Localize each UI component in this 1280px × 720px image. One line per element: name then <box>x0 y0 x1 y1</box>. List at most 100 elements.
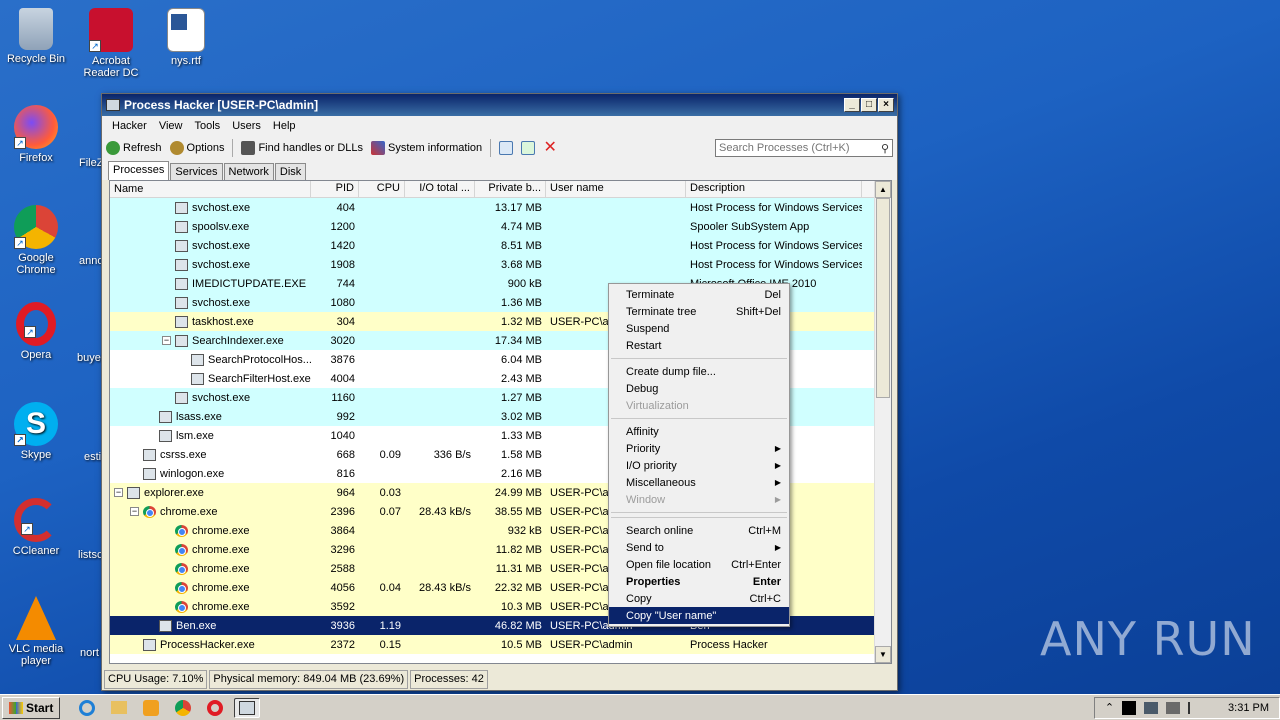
menu-view[interactable]: View <box>153 120 189 132</box>
context-menu-item[interactable]: Open file location Ctrl+Enter <box>609 556 789 573</box>
desktop-icon-acrobat[interactable]: ↗ Acrobat Reader DC <box>75 8 147 79</box>
system-information-button[interactable]: System information <box>371 141 482 155</box>
context-menu-label: Terminate tree <box>626 305 697 318</box>
column-header-cpu[interactable]: CPU <box>359 181 405 197</box>
context-menu-item[interactable]: Restart <box>609 337 789 354</box>
title-bar[interactable]: Process Hacker [USER-PC\admin] _ □ × <box>102 94 897 116</box>
context-menu-item[interactable]: I/O priority ▶ <box>609 457 789 474</box>
column-header-description[interactable]: Description <box>686 181 862 197</box>
collapse-toggle-icon[interactable]: − <box>114 488 123 497</box>
window-go-icon[interactable] <box>521 141 536 155</box>
tray-expand-icon[interactable]: ⌃ <box>1105 701 1114 714</box>
process-pid-cell: 3296 <box>330 543 355 556</box>
menu-help[interactable]: Help <box>267 120 302 132</box>
minimize-button[interactable]: _ <box>844 98 860 112</box>
context-menu-item[interactable]: Window ▶ <box>609 491 789 508</box>
context-menu-item[interactable]: Suspend <box>609 320 789 337</box>
context-menu-item[interactable]: Terminate tree Shift+Del <box>609 303 789 320</box>
column-header-name[interactable]: Name <box>110 181 311 197</box>
context-menu-item[interactable]: Send to ▶ <box>609 539 789 556</box>
toolbar: Refresh Options Find handles or DLLs Sys… <box>102 136 897 160</box>
taskbar-process-hacker-icon[interactable] <box>234 697 261 718</box>
process-pid-cell: 964 <box>336 486 355 499</box>
close-button[interactable]: × <box>878 98 894 112</box>
tab-disk[interactable]: Disk <box>274 163 307 180</box>
desktop-icon-firefox[interactable]: ↗ Firefox <box>0 105 72 164</box>
context-menu-item[interactable]: Copy Ctrl+C <box>609 590 789 607</box>
refresh-button[interactable]: Refresh <box>106 141 162 155</box>
context-menu-item[interactable]: Miscellaneous ▶ <box>609 474 789 491</box>
context-menu-item[interactable]: Terminate Del <box>609 286 789 303</box>
tray-flag-icon[interactable] <box>1188 701 1200 714</box>
desktop-icon-recycle-bin[interactable]: Recycle Bin <box>0 8 72 65</box>
desktop-icon-opera[interactable]: ↗ Opera <box>0 302 72 361</box>
collapse-toggle-icon[interactable]: − <box>130 507 139 516</box>
column-header-pid[interactable]: PID <box>311 181 359 197</box>
context-menu-item[interactable]: Copy "User name" <box>609 607 789 624</box>
tab-services[interactable]: Services <box>170 163 223 180</box>
maximize-button[interactable]: □ <box>861 98 877 112</box>
taskbar-explorer-icon[interactable] <box>106 698 132 718</box>
process-pid-cell: 744 <box>336 277 355 290</box>
tray-volume-icon[interactable] <box>1166 701 1181 714</box>
tray-app-icon[interactable] <box>1122 700 1137 715</box>
desktop-icon-ccleaner[interactable]: ↗ CCleaner <box>0 498 72 557</box>
menu-tools[interactable]: Tools <box>189 120 227 132</box>
context-menu-item[interactable]: Virtualization <box>609 397 789 414</box>
context-menu-item[interactable]: Debug <box>609 380 789 397</box>
start-button[interactable]: Start <box>2 696 61 719</box>
context-menu-item[interactable]: Properties Enter <box>609 573 789 590</box>
terminate-x-icon[interactable]: ✕ <box>543 140 557 156</box>
desktop-icon-chrome[interactable]: ↗ Google Chrome <box>0 205 72 276</box>
binoculars-icon <box>241 141 256 155</box>
process-name-cell: chrome.exe <box>110 562 311 575</box>
process-icon <box>175 220 188 233</box>
find-handles-button[interactable]: Find handles or DLLs <box>241 141 363 155</box>
taskbar-opera-icon[interactable] <box>202 698 228 718</box>
tab-network[interactable]: Network <box>223 163 274 180</box>
menu-hacker[interactable]: Hacker <box>106 120 153 132</box>
taskbar-chrome-icon[interactable] <box>170 698 196 718</box>
process-row[interactable]: svchost.exe 1420 8.51 MB Host Process for W… <box>110 236 891 255</box>
process-pid-cell: 2588 <box>330 562 355 575</box>
context-menu-label: Debug <box>626 382 659 395</box>
process-row[interactable]: svchost.exe 1908 3.68 MB Host Process for W… <box>110 255 891 274</box>
process-row[interactable]: ProcessHacker.exe 2372 0.15 10.5 MB USER-PC\… <box>110 635 891 654</box>
process-pid-cell: 3876 <box>330 353 355 366</box>
context-menu-item[interactable]: Priority ▶ <box>609 440 789 457</box>
clock[interactable]: 3:31 PM <box>1228 702 1269 714</box>
process-row[interactable]: svchost.exe 404 13.17 MB Host Process for W… <box>110 198 891 217</box>
search-processes-input[interactable] <box>719 142 881 154</box>
desktop-icon-vlc[interactable]: VLC media player <box>0 596 72 667</box>
scroll-down-arrow[interactable]: ▼ <box>875 646 891 663</box>
taskbar-media-player-icon[interactable] <box>138 698 164 718</box>
taskbar-ie-icon[interactable] <box>74 698 100 718</box>
desktop-icon-skype[interactable]: S ↗ Skype <box>0 402 72 461</box>
window-icon[interactable] <box>499 141 514 155</box>
column-header-io-total[interactable]: I/O total ... <box>405 181 475 197</box>
menu-users[interactable]: Users <box>226 120 267 132</box>
process-priv-cell: 38.55 MB <box>494 505 542 518</box>
process-icon <box>175 201 188 214</box>
process-priv-cell: 6.04 MB <box>501 353 542 366</box>
chrome-process-icon <box>175 543 188 556</box>
options-button[interactable]: Options <box>169 141 224 155</box>
process-priv-cell: 1.27 MB <box>501 391 542 404</box>
context-menu-item[interactable]: Search online Ctrl+M <box>609 522 789 539</box>
scroll-thumb[interactable] <box>876 198 890 398</box>
desktop-icon-nys-rtf[interactable]: nys.rtf <box>150 8 222 67</box>
vertical-scrollbar[interactable]: ▲ ▼ <box>874 181 891 663</box>
process-priv-cell: 1.33 MB <box>501 429 542 442</box>
tab-processes[interactable]: Processes <box>108 161 170 180</box>
scroll-up-arrow[interactable]: ▲ <box>875 181 891 198</box>
context-menu-item[interactable]: Create dump file... <box>609 363 789 380</box>
process-name: chrome.exe <box>192 524 250 537</box>
collapse-toggle-icon[interactable]: − <box>162 336 171 345</box>
process-row[interactable]: spoolsv.exe 1200 4.74 MB Spooler SubSystem … <box>110 217 891 236</box>
column-header-private-bytes[interactable]: Private b... <box>475 181 546 197</box>
process-name-cell: svchost.exe <box>110 296 311 309</box>
search-processes-box[interactable]: ⚲ <box>715 139 893 157</box>
tray-network-icon[interactable] <box>1144 701 1159 714</box>
context-menu-item[interactable]: Affinity <box>609 423 789 440</box>
column-header-user-name[interactable]: User name <box>546 181 686 197</box>
